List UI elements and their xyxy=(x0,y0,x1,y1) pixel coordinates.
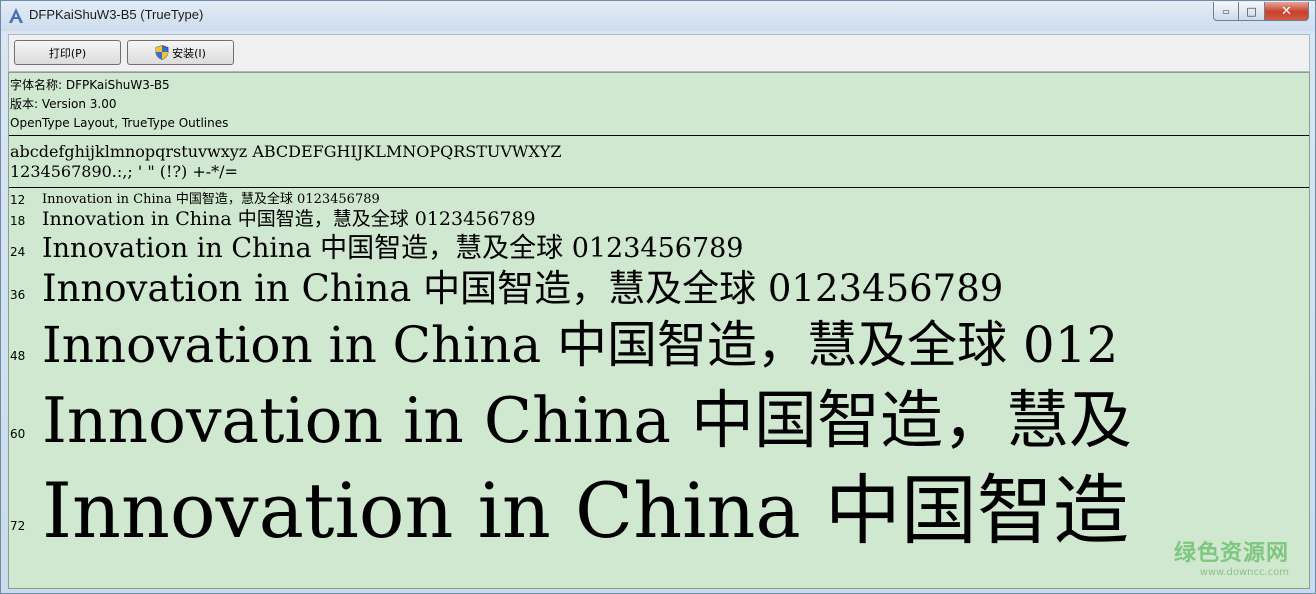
font-app-icon xyxy=(9,8,23,23)
title-bar[interactable]: DFPKaiShuW3-B5 (TrueType) ▭ □ ✕ xyxy=(1,1,1315,31)
window-title: DFPKaiShuW3-B5 (TrueType) xyxy=(29,7,204,22)
font-preview-pane[interactable]: 字体名称: DFPKaiShuW3-B5 版本: Version 3.00 Op… xyxy=(8,72,1310,589)
size-label: 18 xyxy=(10,214,26,228)
close-button[interactable]: ✕ xyxy=(1265,2,1309,21)
caption-buttons: ▭ □ ✕ xyxy=(1213,2,1309,22)
sample-text: Innovation in China 中国智造 xyxy=(42,466,1129,555)
sample-text: Innovation in China 中国智造，慧及全球 012 xyxy=(42,316,1119,374)
font-viewer-window: DFPKaiShuW3-B5 (TrueType) ▭ □ ✕ 打印(P) 安装 xyxy=(0,0,1316,594)
uac-shield-icon xyxy=(155,45,169,60)
minimize-button[interactable]: ▭ xyxy=(1213,2,1239,21)
sample-text: Innovation in China 中国智造，慧及全球 0123456789 xyxy=(42,208,536,230)
size-label: 60 xyxy=(10,427,26,441)
toolbar: 打印(P) 安装(I) xyxy=(8,34,1310,72)
install-button[interactable]: 安装(I) xyxy=(127,40,234,65)
size-label: 48 xyxy=(10,349,26,363)
font-version-line: 版本: Version 3.00 xyxy=(10,97,117,111)
size-label: 24 xyxy=(10,245,26,259)
font-info: 字体名称: DFPKaiShuW3-B5 版本: Version 3.00 Op… xyxy=(9,76,228,133)
divider xyxy=(9,135,1309,136)
minimize-icon: ▭ xyxy=(1222,6,1230,16)
divider xyxy=(9,187,1309,188)
charset-digits-symbols: 1234567890.:,; ' " (!?) +-*/= xyxy=(10,162,238,181)
sample-text: Innovation in China 中国智造，慧及全球 0123456789 xyxy=(42,233,744,264)
size-label: 36 xyxy=(10,288,26,302)
font-name-line: 字体名称: DFPKaiShuW3-B5 xyxy=(10,78,170,92)
print-button[interactable]: 打印(P) xyxy=(14,40,121,65)
maximize-icon: □ xyxy=(1246,4,1257,18)
print-button-label: 打印(P) xyxy=(48,46,87,60)
charset-letters: abcdefghijklmnopqrstuvwxyz ABCDEFGHIJKLM… xyxy=(10,142,562,161)
size-label: 72 xyxy=(10,519,26,533)
watermark-url: www.downcc.com xyxy=(1199,567,1289,578)
font-type-line: OpenType Layout, TrueType Outlines xyxy=(10,116,229,130)
sample-text: Innovation in China 中国智造，慧及 xyxy=(42,384,1132,457)
charset-preview: abcdefghijklmnopqrstuvwxyz ABCDEFGHIJKLM… xyxy=(10,142,561,182)
size-label: 12 xyxy=(10,193,26,207)
maximize-button[interactable]: □ xyxy=(1239,2,1265,21)
watermark-main: 绿色资源网 xyxy=(1173,541,1289,566)
site-watermark: 绿色资源网 www.downcc.com xyxy=(1174,535,1289,578)
sample-text: Innovation in China 中国智造，慧及全球 0123456789 xyxy=(42,267,1004,310)
sample-text: Innovation in China 中国智造，慧及全球 0123456789 xyxy=(42,192,380,207)
install-button-label: 安装(I) xyxy=(172,46,206,60)
close-icon: ✕ xyxy=(1281,3,1292,19)
